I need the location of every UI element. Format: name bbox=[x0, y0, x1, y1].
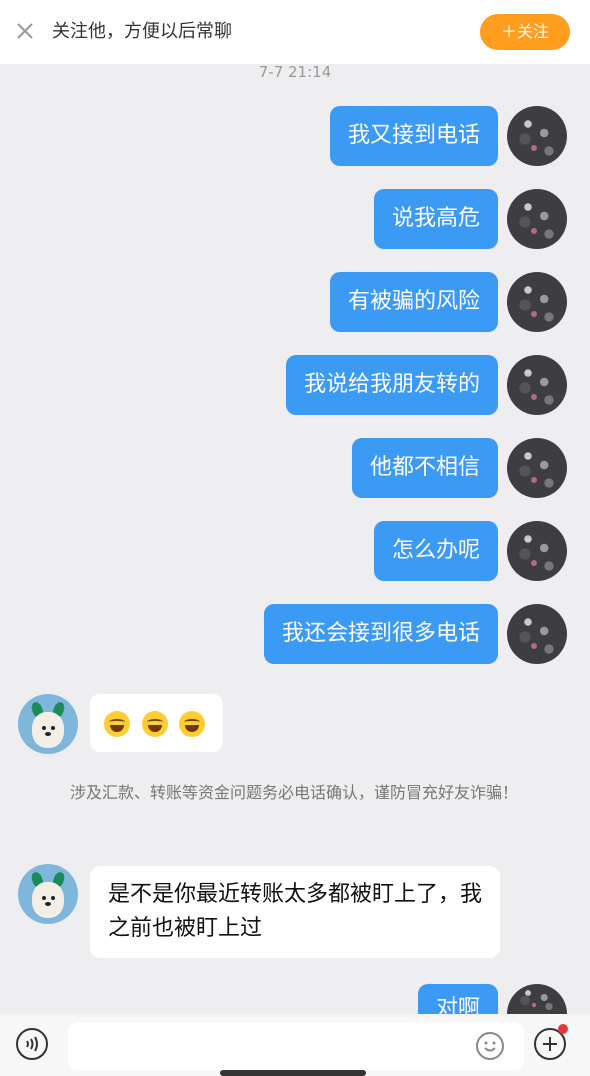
anti-fraud-notice: 涉及汇款、转账等资金问题务必电话确认，谨防冒充好友诈骗！ bbox=[70, 783, 519, 802]
outgoing-message[interactable]: 说我高危 bbox=[373, 189, 498, 249]
laughing-tears-emoji-icon bbox=[141, 711, 168, 737]
contact-avatar[interactable] bbox=[18, 694, 78, 754]
incoming-message[interactable]: 是不是你最近转账太多都被盯上了，我之前也被盯上过 bbox=[90, 866, 500, 958]
outgoing-message[interactable]: 有被骗的风险 bbox=[329, 272, 498, 332]
home-indicator bbox=[220, 1070, 366, 1076]
my-avatar[interactable] bbox=[507, 604, 567, 664]
emoji-picker-icon[interactable] bbox=[476, 1032, 504, 1060]
notification-dot bbox=[558, 1024, 568, 1034]
follow-tip-text: 关注他，方便以后常聊 bbox=[52, 21, 232, 42]
contact-avatar[interactable] bbox=[18, 864, 78, 924]
my-avatar[interactable] bbox=[507, 438, 567, 498]
outgoing-message[interactable]: 对啊 bbox=[417, 984, 498, 1014]
incoming-emoji-message[interactable] bbox=[90, 694, 224, 752]
outgoing-message[interactable]: 我说给我朋友转的 bbox=[285, 355, 498, 415]
message-input[interactable] bbox=[68, 1022, 524, 1070]
close-icon[interactable] bbox=[14, 20, 36, 42]
follow-banner: 关注他，方便以后常聊 ＋关注 bbox=[0, 0, 590, 64]
outgoing-message[interactable]: 他都不相信 bbox=[351, 438, 498, 498]
voice-input-icon[interactable] bbox=[16, 1028, 48, 1060]
my-avatar[interactable] bbox=[507, 189, 567, 249]
outgoing-message[interactable]: 我又接到电话 bbox=[329, 106, 498, 166]
message-timestamp: 7-7 21:14 bbox=[258, 63, 332, 81]
laughing-tears-emoji-icon bbox=[179, 711, 206, 737]
input-bar bbox=[0, 1014, 590, 1076]
follow-button[interactable]: ＋关注 bbox=[480, 14, 570, 50]
my-avatar[interactable] bbox=[507, 984, 567, 1014]
outgoing-message[interactable]: 我还会接到很多电话 bbox=[263, 604, 498, 664]
my-avatar[interactable] bbox=[507, 355, 567, 415]
my-avatar[interactable] bbox=[507, 521, 567, 581]
my-avatar[interactable] bbox=[507, 272, 567, 332]
laughing-tears-emoji-icon bbox=[104, 711, 130, 737]
my-avatar[interactable] bbox=[507, 106, 567, 166]
outgoing-message[interactable]: 怎么办呢 bbox=[373, 521, 498, 581]
